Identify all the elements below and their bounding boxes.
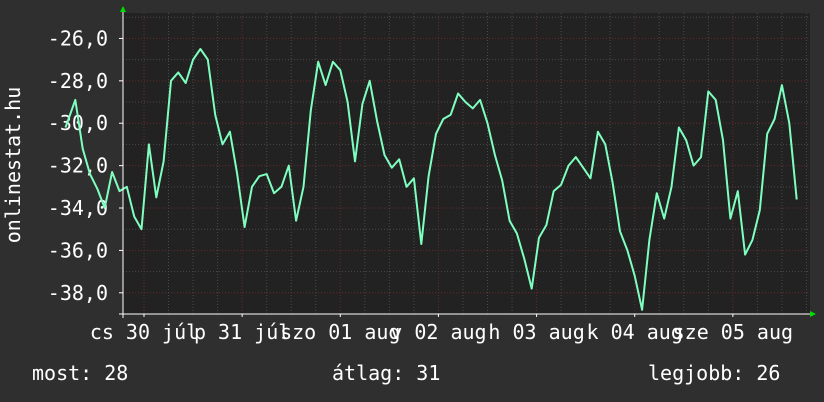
x-tick-label: szo 01 aug	[280, 320, 400, 344]
y-tick-label: -32,0	[48, 154, 108, 178]
x-axis-ticks: cs 30 júlp 31 júlszo 01 augv 02 aug h 03 …	[90, 314, 793, 344]
current-value: most: 28	[32, 361, 129, 385]
x-axis-arrow	[810, 311, 816, 317]
average-value: átlag: 31	[332, 361, 441, 385]
y-tick-label: -36,0	[48, 238, 108, 262]
watermark-label: onlinestat.hu	[1, 87, 25, 244]
x-tick-label: h 03 aug	[488, 320, 584, 344]
y-tick-label: -26,0	[48, 26, 108, 50]
x-tick-label: v 02 aug	[390, 320, 486, 344]
x-tick-label: p 31 júl	[194, 320, 290, 344]
y-axis-ticks: -26,0-28,0-30,0-32,0-34,0-36,0-38,0	[48, 26, 123, 305]
plot-area	[123, 13, 810, 314]
y-tick-label: -38,0	[48, 281, 108, 305]
y-axis-arrow	[120, 6, 126, 12]
x-tick-label: cs 30 júl	[90, 320, 198, 344]
x-tick-label: k 04 aug	[587, 320, 683, 344]
x-tick-label: sze 05 aug	[673, 320, 793, 344]
line-chart: -26,0-28,0-30,0-32,0-34,0-36,0-38,0 cs 3…	[1, 6, 816, 344]
y-tick-label: -28,0	[48, 69, 108, 93]
best-value: legjobb: 26	[648, 361, 781, 385]
y-tick-label: -34,0	[48, 196, 108, 220]
